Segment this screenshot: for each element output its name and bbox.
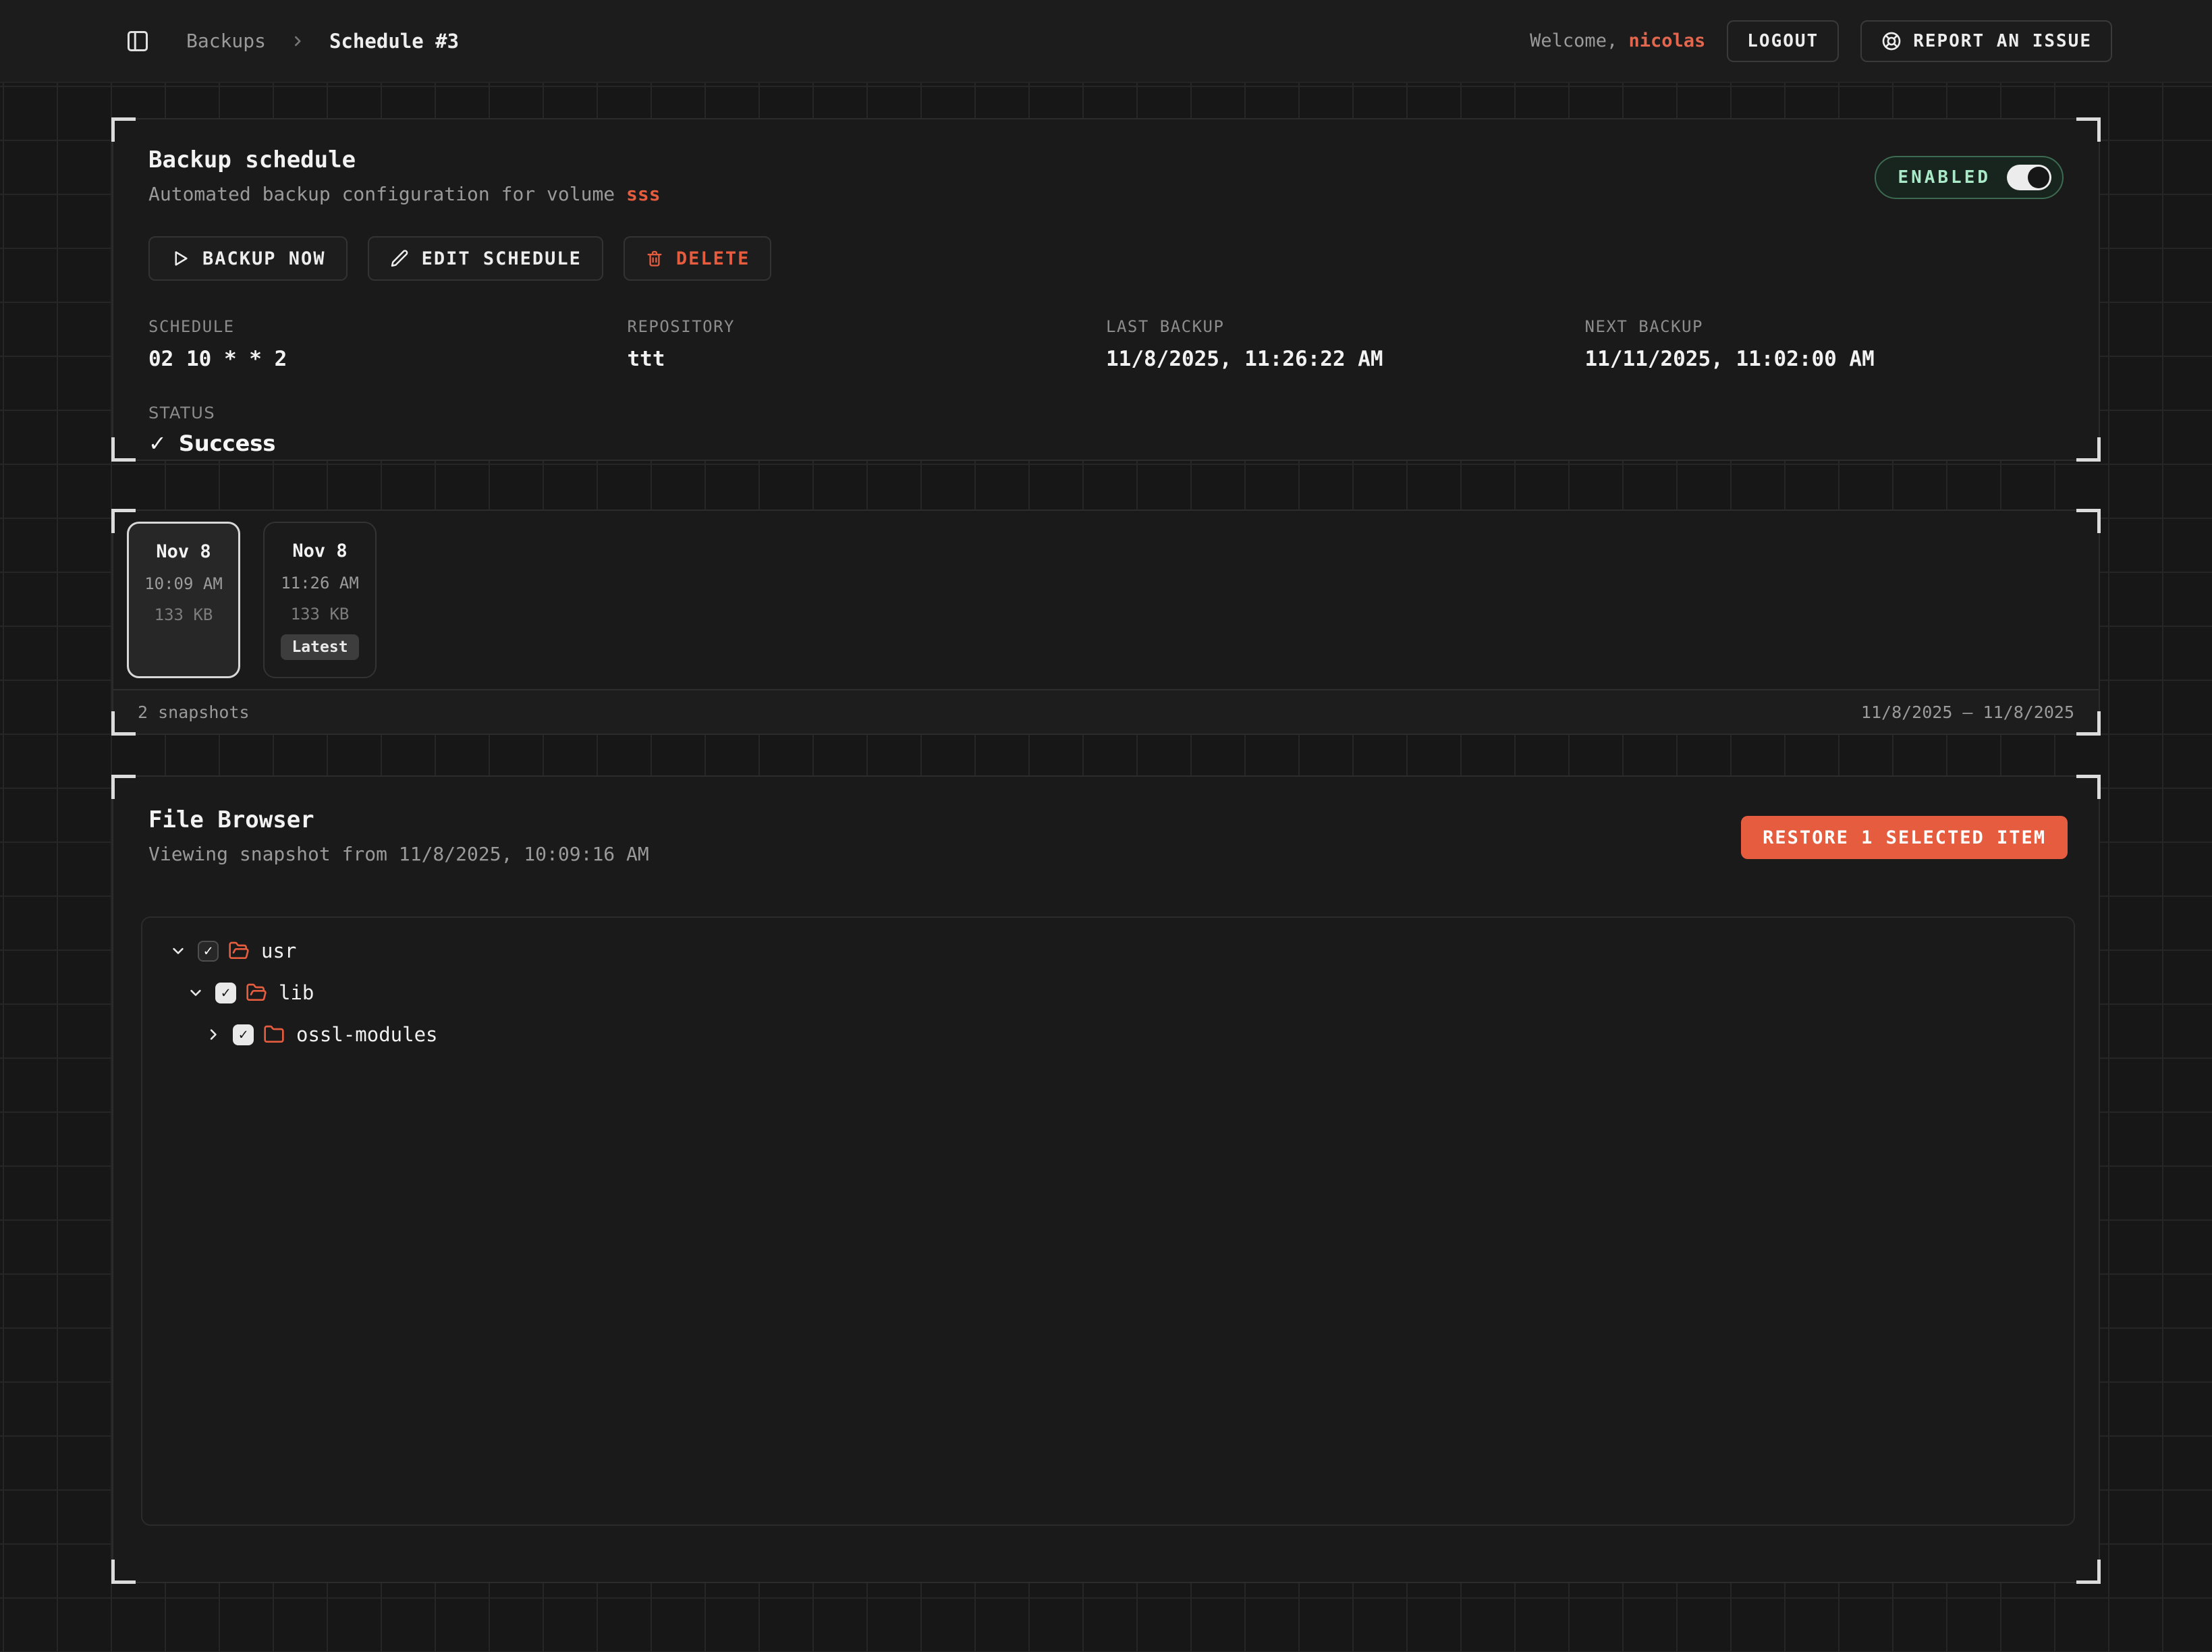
snapshot-date: Nov 8 bbox=[292, 541, 347, 561]
snapshot-date: Nov 8 bbox=[156, 541, 211, 562]
corner-bracket bbox=[2076, 117, 2101, 142]
status-value: ✓ Success bbox=[148, 431, 2064, 456]
backup-schedule-panel: Backup schedule Automated backup configu… bbox=[112, 118, 2100, 461]
snapshot-time: 11:26 AM bbox=[281, 574, 359, 593]
enabled-label: ENABLED bbox=[1898, 167, 1991, 188]
backup-now-label: BACKUP NOW bbox=[202, 248, 326, 269]
snapshot-size: 133 KB bbox=[291, 605, 350, 624]
breadcrumb-backups-link[interactable]: Backups bbox=[186, 30, 266, 52]
snapshots-footer: 2 snapshots 11/8/2025 – 11/8/2025 bbox=[113, 689, 2099, 734]
field-label: REPOSITORY bbox=[628, 317, 1107, 336]
chevron-down-icon[interactable] bbox=[186, 983, 206, 1002]
field-label: NEXT BACKUP bbox=[1585, 317, 2064, 336]
breadcrumb-current: Schedule #3 bbox=[329, 30, 459, 53]
field-next-backup: NEXT BACKUP 11/11/2025, 11:02:00 AM bbox=[1585, 317, 2064, 371]
checkbox-checked[interactable]: ✓ bbox=[198, 941, 219, 962]
field-value: 02 10 * * 2 bbox=[148, 347, 628, 371]
play-icon bbox=[170, 248, 190, 269]
schedule-heading: Backup schedule Automated backup configu… bbox=[148, 146, 661, 205]
file-browser-title: File Browser bbox=[148, 806, 649, 833]
folder-closed-icon bbox=[263, 1024, 285, 1045]
corner-bracket bbox=[2076, 437, 2101, 462]
top-header: Backups Schedule #3 Welcome, nicolas LOG… bbox=[0, 0, 2212, 83]
status-text: Success bbox=[179, 431, 276, 456]
username: nicolas bbox=[1628, 30, 1705, 51]
edit-schedule-button[interactable]: EDIT SCHEDULE bbox=[368, 236, 603, 281]
header-right: Welcome, nicolas LOGOUT REPORT AN ISSUE bbox=[1530, 20, 2112, 62]
snapshot-date-range: 11/8/2025 – 11/8/2025 bbox=[1861, 703, 2074, 722]
field-label: SCHEDULE bbox=[148, 317, 628, 336]
delete-label: DELETE bbox=[676, 248, 750, 269]
tree-row-lib[interactable]: ✓ lib bbox=[142, 972, 2074, 1014]
edit-schedule-label: EDIT SCHEDULE bbox=[422, 248, 582, 269]
pencil-icon bbox=[389, 248, 410, 269]
lifebuoy-icon bbox=[1881, 30, 1902, 52]
tree-row-ossl-modules[interactable]: ✓ ossl-modules bbox=[142, 1014, 2074, 1055]
corner-bracket bbox=[111, 437, 136, 462]
enabled-toggle[interactable]: ENABLED bbox=[1875, 156, 2064, 199]
corner-bracket bbox=[2076, 775, 2101, 799]
welcome-text: Welcome, nicolas bbox=[1530, 30, 1705, 51]
backup-now-button[interactable]: BACKUP NOW bbox=[148, 236, 348, 281]
corner-bracket bbox=[111, 117, 136, 142]
file-browser-heading: File Browser Viewing snapshot from 11/8/… bbox=[148, 806, 649, 865]
folder-open-icon bbox=[228, 940, 250, 962]
snapshot-count: 2 snapshots bbox=[138, 703, 250, 722]
snapshot-size: 133 KB bbox=[155, 605, 213, 624]
chevron-down-icon[interactable] bbox=[168, 941, 188, 960]
snapshot-card-selected[interactable]: Nov 8 10:09 AM 133 KB bbox=[127, 522, 240, 678]
volume-name: sss bbox=[626, 183, 661, 205]
snapshot-card[interactable]: Nov 8 11:26 AM 133 KB Latest bbox=[263, 522, 377, 678]
chevron-right-icon[interactable] bbox=[203, 1025, 223, 1044]
field-label: LAST BACKUP bbox=[1106, 317, 1585, 336]
logout-button[interactable]: LOGOUT bbox=[1727, 20, 1839, 62]
tree-item-label: lib bbox=[279, 981, 314, 1004]
file-browser-panel: File Browser Viewing snapshot from 11/8/… bbox=[112, 775, 2100, 1583]
file-browser-subtitle: Viewing snapshot from 11/8/2025, 10:09:1… bbox=[148, 843, 649, 865]
schedule-actions: BACKUP NOW EDIT SCHEDULE DELETE bbox=[148, 236, 2064, 281]
report-issue-button[interactable]: REPORT AN ISSUE bbox=[1860, 20, 2112, 62]
chevron-right-icon bbox=[289, 32, 306, 50]
welcome-prefix: Welcome, bbox=[1530, 30, 1617, 51]
delete-button[interactable]: DELETE bbox=[624, 236, 772, 281]
corner-bracket bbox=[111, 1560, 136, 1584]
checkbox-checked[interactable]: ✓ bbox=[233, 1024, 254, 1045]
tree-row-usr[interactable]: ✓ usr bbox=[142, 930, 2074, 972]
corner-bracket bbox=[2076, 1560, 2101, 1584]
field-value: ttt bbox=[628, 347, 1107, 371]
restore-selected-button[interactable]: RESTORE 1 SELECTED ITEM bbox=[1741, 816, 2068, 859]
field-value: 11/11/2025, 11:02:00 AM bbox=[1585, 347, 2064, 371]
breadcrumb: Backups Schedule #3 bbox=[186, 30, 459, 53]
schedule-fields: SCHEDULE 02 10 * * 2 REPOSITORY ttt LAST… bbox=[148, 317, 2064, 371]
subtitle-prefix: Automated backup configuration for volum… bbox=[148, 183, 626, 205]
checkbox-checked[interactable]: ✓ bbox=[215, 983, 236, 1003]
panel-subtitle: Automated backup configuration for volum… bbox=[148, 183, 661, 205]
tree-item-label: usr bbox=[261, 939, 296, 962]
snapshot-cards: Nov 8 10:09 AM 133 KB Nov 8 11:26 AM 133… bbox=[113, 511, 2099, 689]
file-tree: ✓ usr ✓ lib ✓ bbox=[141, 916, 2075, 1526]
tree-item-label: ossl-modules bbox=[296, 1023, 438, 1046]
check-icon: ✓ bbox=[148, 431, 167, 456]
field-value: 11/8/2025, 11:26:22 AM bbox=[1106, 347, 1585, 371]
snapshots-panel: Nov 8 10:09 AM 133 KB Nov 8 11:26 AM 133… bbox=[112, 510, 2100, 735]
folder-open-icon bbox=[246, 982, 267, 1003]
panel-left-icon bbox=[126, 29, 150, 53]
trash-icon bbox=[645, 249, 664, 268]
sidebar-toggle-button[interactable] bbox=[126, 29, 150, 53]
field-last-backup: LAST BACKUP 11/8/2025, 11:26:22 AM bbox=[1106, 317, 1585, 371]
panel-title: Backup schedule bbox=[148, 146, 661, 173]
report-issue-label: REPORT AN ISSUE bbox=[1913, 31, 2092, 51]
status-label: STATUS bbox=[148, 404, 2064, 422]
toggle-knob bbox=[2028, 167, 2049, 188]
status-block: STATUS ✓ Success bbox=[148, 404, 2064, 456]
field-schedule: SCHEDULE 02 10 * * 2 bbox=[148, 317, 628, 371]
field-repository: REPOSITORY ttt bbox=[628, 317, 1107, 371]
snapshot-time: 10:09 AM bbox=[144, 574, 223, 593]
corner-bracket bbox=[111, 775, 136, 799]
toggle-track[interactable] bbox=[2007, 165, 2051, 190]
latest-badge: Latest bbox=[281, 634, 358, 660]
